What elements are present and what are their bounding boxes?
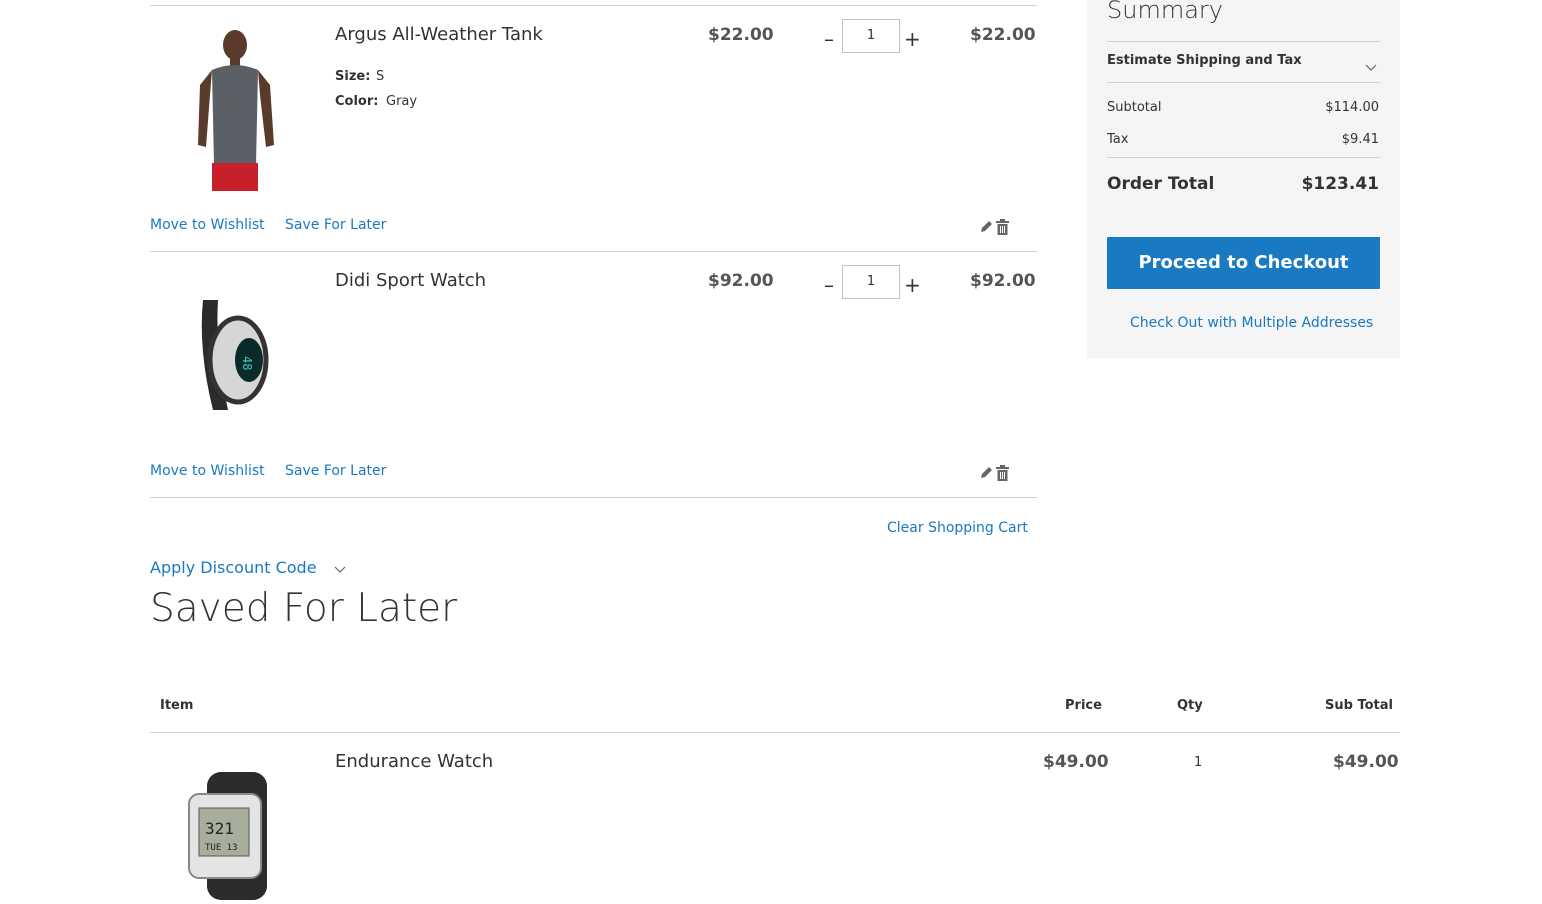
saved-item-qty: 1: [1194, 755, 1203, 770]
svg-text:48: 48: [240, 356, 254, 370]
saved-item-name[interactable]: Endurance Watch: [335, 751, 493, 772]
proceed-to-checkout-button[interactable]: Proceed to Checkout: [1107, 237, 1380, 289]
apply-discount-label: Apply Discount Code: [150, 558, 317, 577]
tax-label: Tax: [1107, 132, 1129, 147]
qty-input[interactable]: 1: [842, 19, 900, 53]
chevron-down-icon: [334, 559, 346, 578]
divider: [150, 5, 1037, 6]
estimate-shipping-label: Estimate Shipping and Tax: [1107, 53, 1302, 68]
saved-item-price: $49.00: [1043, 752, 1109, 772]
checkout-multiple-addresses-link[interactable]: Check Out with Multiple Addresses: [1130, 315, 1373, 331]
divider: [150, 497, 1037, 498]
qty-input[interactable]: 1: [842, 265, 900, 299]
cart-item-subtotal: $22.00: [970, 25, 1036, 45]
cart-item-price: $92.00: [708, 271, 774, 291]
save-for-later-link[interactable]: Save For Later: [285, 463, 386, 479]
qty-decrease-button[interactable]: –: [824, 29, 834, 49]
cart-item-name[interactable]: Argus All-Weather Tank: [335, 24, 543, 45]
option-label-color: Color:: [335, 94, 379, 109]
option-label-size: Size:: [335, 69, 371, 84]
apply-discount-toggle[interactable]: Apply Discount Code: [150, 558, 346, 578]
column-header-subtotal: Sub Total: [1325, 698, 1393, 713]
svg-text:TUE 13: TUE 13: [205, 843, 238, 853]
saved-for-later-title: Saved For Later: [150, 586, 458, 631]
divider: [1107, 82, 1380, 83]
divider: [150, 732, 1400, 733]
option-value-color: Gray: [386, 94, 418, 109]
option-value-size: S: [376, 69, 385, 84]
svg-text:321: 321: [205, 819, 234, 838]
chevron-down-icon: [1365, 57, 1377, 76]
summary-title: Summary: [1107, 0, 1223, 24]
trash-icon[interactable]: [995, 465, 1010, 485]
column-header-item: Item: [160, 698, 194, 713]
product-image-didi-watch[interactable]: 48: [193, 290, 273, 420]
clear-shopping-cart-link[interactable]: Clear Shopping Cart: [887, 520, 1028, 536]
edit-icon[interactable]: [979, 465, 994, 484]
order-total-label: Order Total: [1107, 174, 1215, 194]
divider: [150, 251, 1037, 252]
column-header-price: Price: [1065, 698, 1102, 713]
divider: [1107, 157, 1380, 158]
subtotal-label: Subtotal: [1107, 100, 1162, 115]
trash-icon[interactable]: [995, 219, 1010, 239]
order-summary: Summary Estimate Shipping and Tax Subtot…: [1087, 0, 1400, 358]
saved-item-subtotal: $49.00: [1333, 752, 1399, 772]
cart-item-name[interactable]: Didi Sport Watch: [335, 270, 486, 291]
product-image-endurance-watch[interactable]: 321 TUE 13: [185, 772, 280, 900]
move-to-wishlist-link[interactable]: Move to Wishlist: [150, 463, 265, 479]
tax-value: $9.41: [1341, 132, 1379, 147]
qty-increase-button[interactable]: +: [904, 29, 921, 49]
cart-item-price: $22.00: [708, 25, 774, 45]
order-total-value: $123.41: [1301, 174, 1379, 194]
column-header-qty: Qty: [1177, 698, 1203, 713]
save-for-later-link[interactable]: Save For Later: [285, 217, 386, 233]
qty-decrease-button[interactable]: –: [824, 275, 834, 295]
edit-icon[interactable]: [979, 219, 994, 238]
qty-increase-button[interactable]: +: [904, 275, 921, 295]
cart-item-subtotal: $92.00: [970, 271, 1036, 291]
subtotal-value: $114.00: [1325, 100, 1379, 115]
estimate-shipping-toggle[interactable]: Estimate Shipping and Tax: [1107, 42, 1380, 82]
move-to-wishlist-link[interactable]: Move to Wishlist: [150, 217, 265, 233]
product-image-argus-tank[interactable]: [190, 25, 280, 191]
